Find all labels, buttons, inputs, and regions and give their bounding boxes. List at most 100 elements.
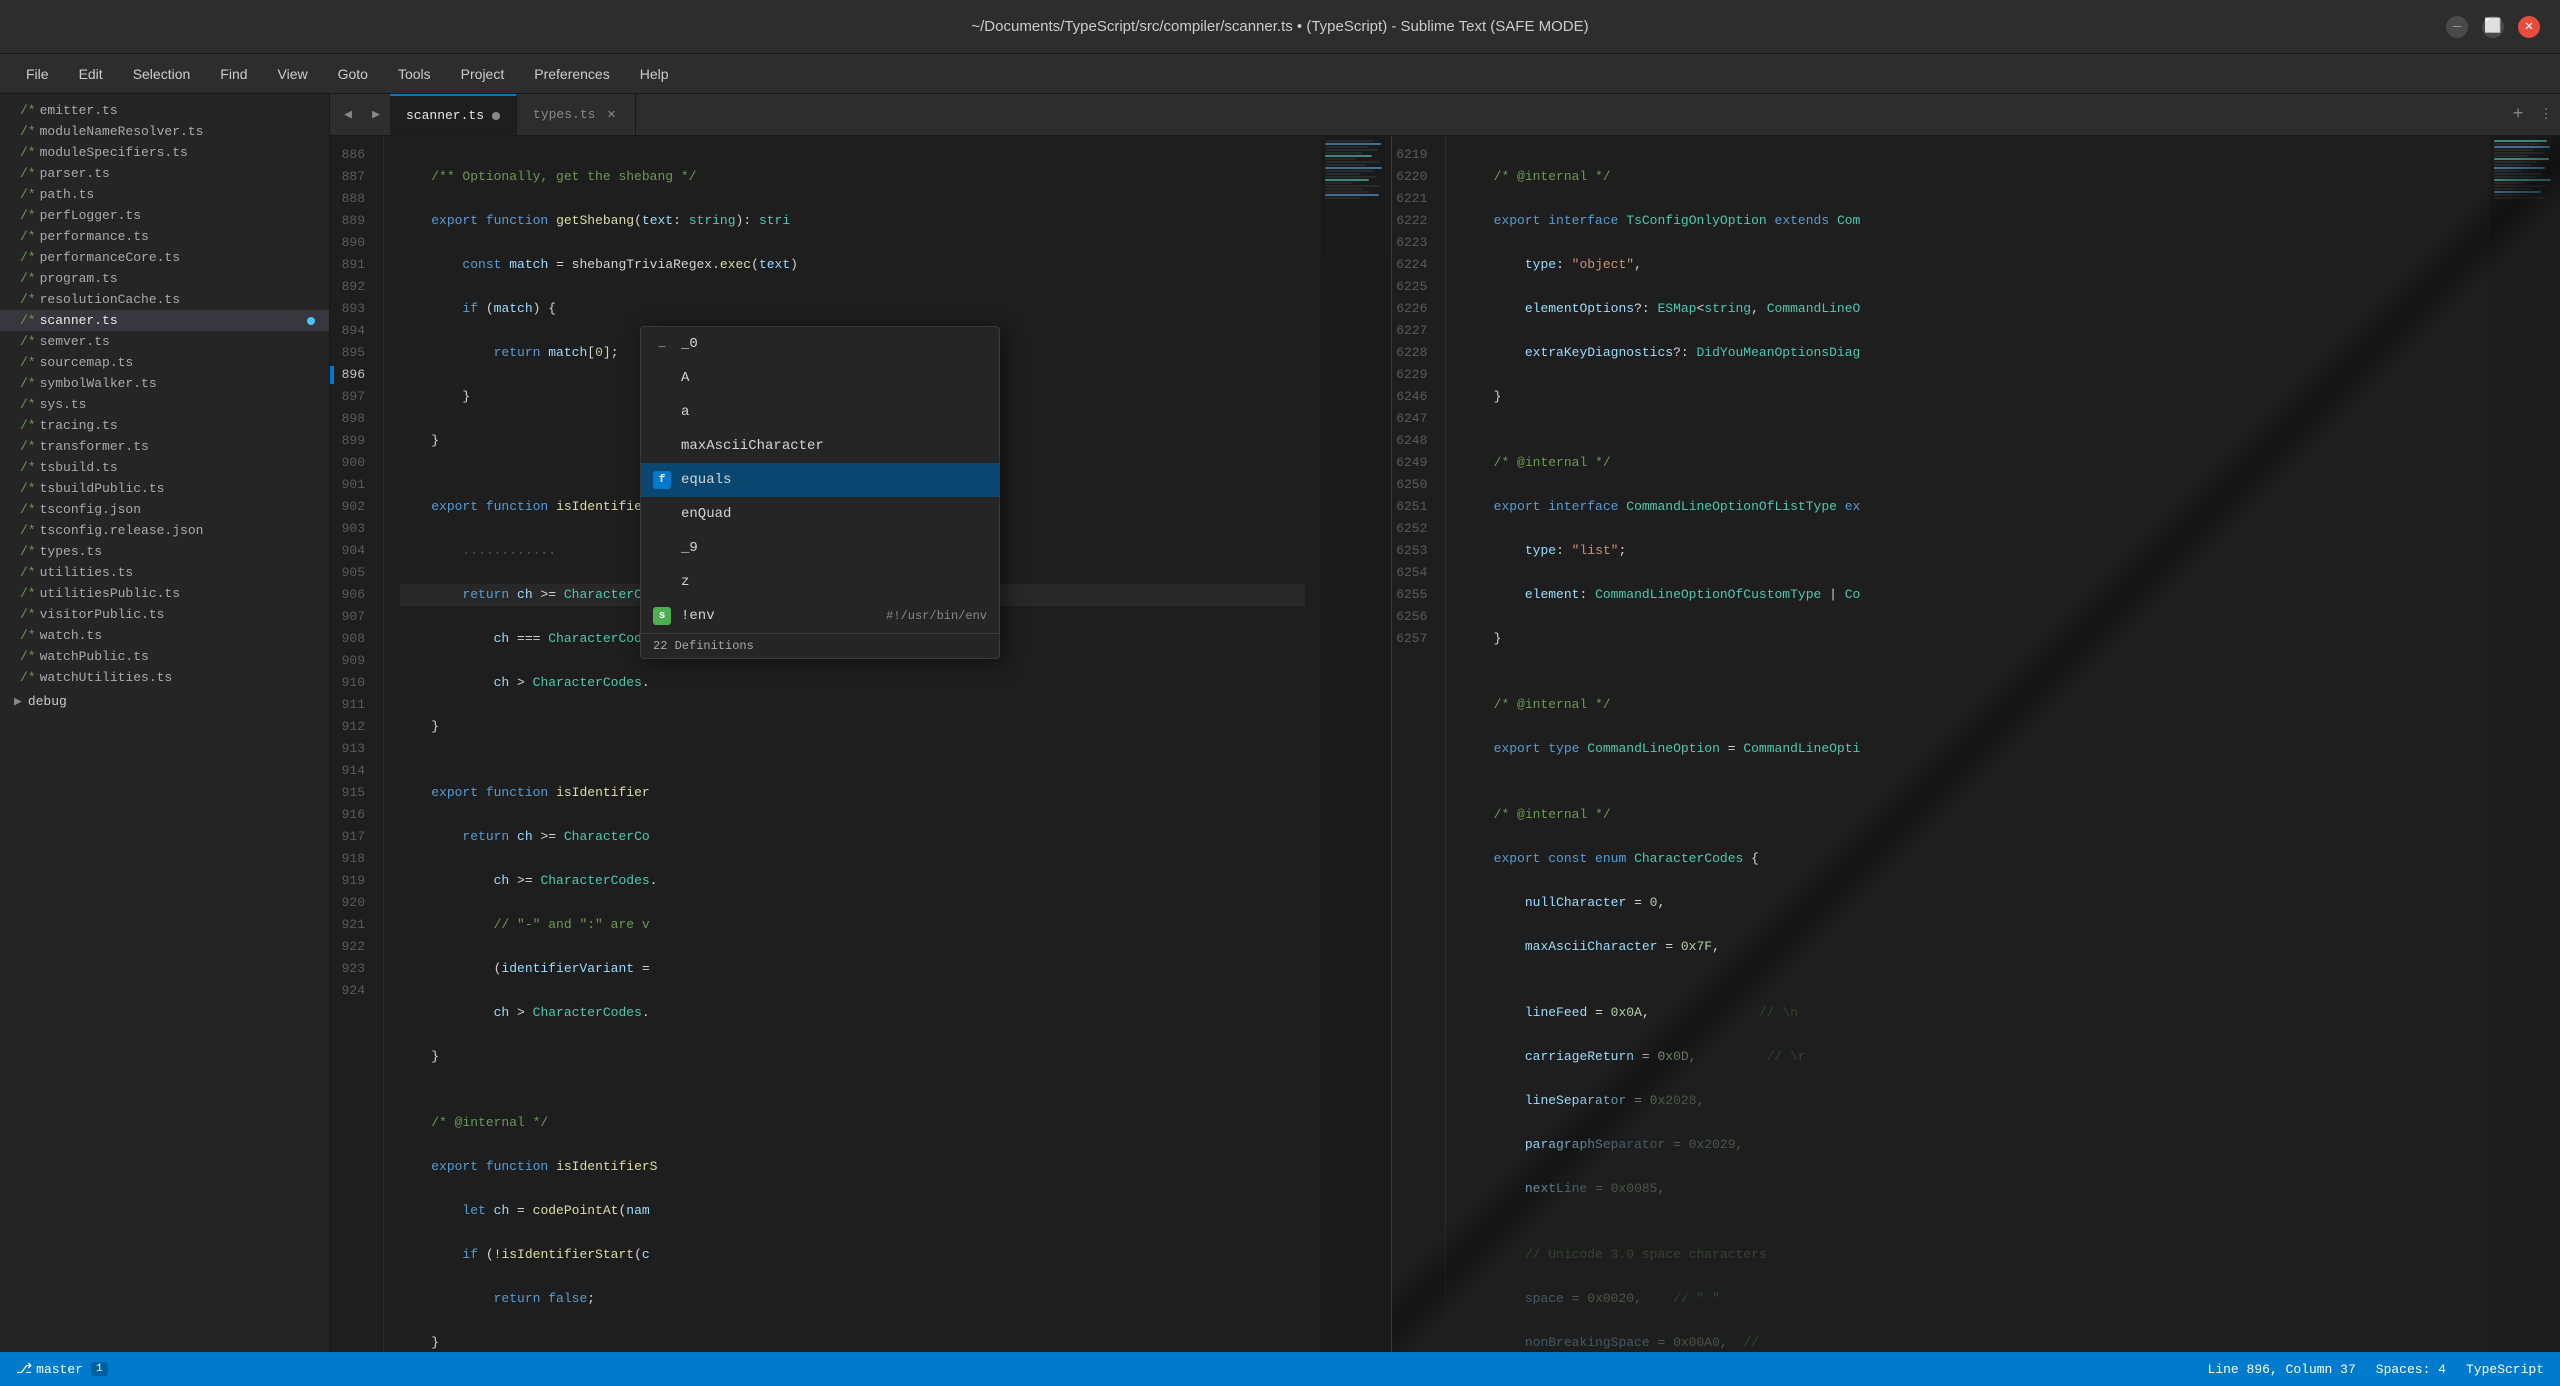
- tab-close-types[interactable]: ✕: [603, 107, 619, 123]
- code-line-910: export function isIdentifierS: [400, 1156, 1305, 1178]
- ac-item-A[interactable]: A: [641, 361, 999, 395]
- sidebar-item-watchPublic[interactable]: /* watchPublic.ts: [0, 646, 329, 667]
- menu-selection[interactable]: Selection: [121, 62, 203, 86]
- close-button[interactable]: ✕: [2518, 16, 2540, 38]
- sidebar-item-tsconfig[interactable]: /* tsconfig.json: [0, 499, 329, 520]
- sidebar-item-resolutionCache[interactable]: /* resolutionCache.ts: [0, 289, 329, 310]
- sidebar-item-watch[interactable]: /* watch.ts: [0, 625, 329, 646]
- menu-file[interactable]: File: [14, 62, 61, 86]
- code-line-911: let ch = codePointAt(nam: [400, 1200, 1305, 1222]
- spaces-label: Spaces: 4: [2376, 1362, 2446, 1377]
- ac-label-a: a: [681, 400, 987, 424]
- sidebar-item-scanner[interactable]: /* scanner.ts: [0, 310, 329, 331]
- sidebar-item-tracing[interactable]: /* tracing.ts: [0, 415, 329, 436]
- menu-edit[interactable]: Edit: [67, 62, 115, 86]
- menu-tools[interactable]: Tools: [386, 62, 443, 86]
- sidebar-item-utilitiesPublic[interactable]: /* utilitiesPublic.ts: [0, 583, 329, 604]
- sidebar-item-sys[interactable]: /* sys.ts: [0, 394, 329, 415]
- git-branch[interactable]: ⎇ master 1: [16, 1361, 108, 1378]
- ac-item-z[interactable]: z: [641, 565, 999, 599]
- sidebar-item-performance[interactable]: /* performance.ts: [0, 226, 329, 247]
- rcode-internal1: /* @internal */: [1462, 694, 2474, 716]
- ac-item-enQuad[interactable]: enQuad: [641, 497, 999, 531]
- cursor-position[interactable]: Line 896, Column 37: [2208, 1362, 2356, 1377]
- tab-nav-prev[interactable]: ◀: [334, 94, 362, 135]
- ac-footer: 22 Definitions: [641, 633, 999, 658]
- rcode-blank1: }: [1462, 628, 2474, 650]
- menu-help[interactable]: Help: [628, 62, 681, 86]
- ac-item-0[interactable]: _ _0: [641, 327, 999, 361]
- sidebar-item-parser[interactable]: /* parser.ts: [0, 163, 329, 184]
- tab-types[interactable]: types.ts ✕: [517, 94, 636, 135]
- ac-icon-env: s: [653, 607, 671, 625]
- tab-more-button[interactable]: ⋮: [2532, 94, 2560, 135]
- ac-item-env[interactable]: s !env #!/usr/bin/env: [641, 599, 999, 633]
- ac-item-a[interactable]: a: [641, 395, 999, 429]
- sidebar-item-perfLogger[interactable]: /* perfLogger.ts: [0, 205, 329, 226]
- maximize-button[interactable]: ⬜: [2482, 16, 2504, 38]
- menu-project[interactable]: Project: [449, 62, 517, 86]
- menu-goto[interactable]: Goto: [326, 62, 380, 86]
- line-numbers-right: 6219 6220 6221 6222 6223 6224 6225 6226 …: [1392, 136, 1446, 1352]
- sidebar-item-semver[interactable]: /* semver.ts: [0, 331, 329, 352]
- sidebar-item-types[interactable]: /* types.ts: [0, 541, 329, 562]
- code-line-899: }: [400, 716, 1305, 738]
- spaces-setting[interactable]: Spaces: 4: [2376, 1362, 2446, 1377]
- ac-label-z: z: [681, 570, 987, 594]
- sidebar[interactable]: /* emitter.ts /* moduleNameResolver.ts /…: [0, 94, 330, 1352]
- language-mode[interactable]: TypeScript: [2466, 1362, 2544, 1377]
- code-line-909: /* @internal */: [400, 1112, 1305, 1134]
- sidebar-item-tsconfig-release[interactable]: /* tsconfig.release.json: [0, 520, 329, 541]
- ac-item-equals[interactable]: f equals: [641, 463, 999, 497]
- ac-icon-a: [653, 403, 671, 421]
- sidebar-item-tsbuild[interactable]: /* tsbuild.ts: [0, 457, 329, 478]
- rcode-enum: export const enum CharacterCodes {: [1462, 848, 2474, 870]
- modified-indicator: [307, 317, 315, 325]
- code-line-914: }: [400, 1332, 1305, 1352]
- sidebar-item-tsbuildPublic[interactable]: /* tsbuildPublic.ts: [0, 478, 329, 499]
- window-controls: — ⬜ ✕: [2446, 16, 2540, 38]
- tab-bar: ◀ ▶ scanner.ts types.ts ✕ + ⋮: [330, 94, 2560, 136]
- rcode-6226: /* @internal */: [1462, 452, 2474, 474]
- tab-nav-next[interactable]: ▶: [362, 94, 390, 135]
- menu-view[interactable]: View: [266, 62, 320, 86]
- minimize-button[interactable]: —: [2446, 16, 2468, 38]
- sidebar-item-moduleSpecifiers[interactable]: /* moduleSpecifiers.ts: [0, 142, 329, 163]
- sidebar-item-sourcemap[interactable]: /* sourcemap.ts: [0, 352, 329, 373]
- ac-icon-maxAscii: [653, 437, 671, 455]
- menu-preferences[interactable]: Preferences: [522, 62, 621, 86]
- left-editor-pane[interactable]: 886 887 888 889 890 891 892 893 894 895 …: [330, 136, 1392, 1352]
- sidebar-item-path[interactable]: /* path.ts: [0, 184, 329, 205]
- minimap-right: [2490, 136, 2560, 1352]
- rcode-6227: export interface CommandLineOptionOfList…: [1462, 496, 2474, 518]
- sidebar-item-symbolWalker[interactable]: /* symbolWalker.ts: [0, 373, 329, 394]
- sidebar-item-utilities[interactable]: /* utilities.ts: [0, 562, 329, 583]
- rcode-cr: carriageReturn = 0x0D, // \r: [1462, 1046, 2474, 1068]
- code-content-right[interactable]: /* @internal */ export interface TsConfi…: [1446, 136, 2490, 1352]
- sidebar-item-visitorPublic[interactable]: /* visitorPublic.ts: [0, 604, 329, 625]
- menu-find[interactable]: Find: [208, 62, 259, 86]
- status-bar: ⎇ master 1 Line 896, Column 37 Spaces: 4…: [0, 1352, 2560, 1386]
- tab-label-types: types.ts: [533, 107, 595, 122]
- code-line-889: if (match) {: [400, 298, 1305, 320]
- title-bar: ~/Documents/TypeScript/src/compiler/scan…: [0, 0, 2560, 54]
- sidebar-item-moduleNameResolver[interactable]: /* moduleNameResolver.ts: [0, 121, 329, 142]
- ac-item-maxAscii[interactable]: maxAsciiCharacter: [641, 429, 999, 463]
- ac-icon-0: _: [653, 335, 671, 353]
- folder-label: debug: [28, 694, 67, 709]
- sidebar-folder-debug[interactable]: ▶ debug: [0, 688, 329, 715]
- sidebar-item-performanceCore[interactable]: /* performanceCore.ts: [0, 247, 329, 268]
- ac-item-9[interactable]: _9: [641, 531, 999, 565]
- sidebar-item-program[interactable]: /* program.ts: [0, 268, 329, 289]
- sidebar-item-emitter[interactable]: /* emitter.ts: [0, 100, 329, 121]
- status-right: Line 896, Column 37 Spaces: 4 TypeScript: [2208, 1362, 2544, 1377]
- sidebar-item-watchUtilities[interactable]: /* watchUtilities.ts: [0, 667, 329, 688]
- code-content-left[interactable]: /** Optionally, get the shebang */ expor…: [384, 136, 1321, 1352]
- right-editor-pane[interactable]: 6219 6220 6221 6222 6223 6224 6225 6226 …: [1392, 136, 2560, 1352]
- tab-add-button[interactable]: +: [2504, 94, 2532, 135]
- code-line-912: if (!isIdentifierStart(c: [400, 1244, 1305, 1266]
- code-editor[interactable]: 886 887 888 889 890 891 892 893 894 895 …: [330, 136, 2560, 1352]
- tab-scanner[interactable]: scanner.ts: [390, 94, 517, 135]
- autocomplete-popup[interactable]: _ _0 A a maxAsciiCharacter: [640, 326, 1000, 659]
- sidebar-item-transformer[interactable]: /* transformer.ts: [0, 436, 329, 457]
